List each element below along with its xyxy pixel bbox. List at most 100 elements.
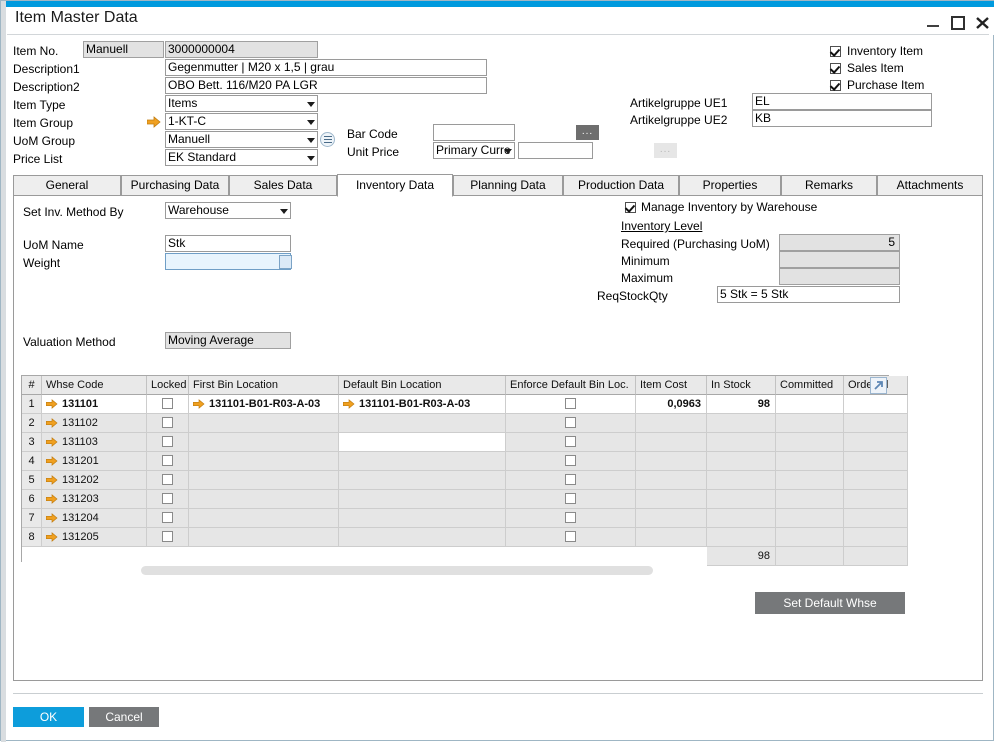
locked-checkbox[interactable]	[162, 436, 173, 447]
enforce-checkbox[interactable]	[565, 512, 576, 523]
grid-cell-in-stock[interactable]	[707, 452, 776, 471]
grid-cell-enforce[interactable]	[506, 471, 636, 490]
grid-cell-item-cost[interactable]	[636, 490, 707, 509]
locked-checkbox[interactable]	[162, 455, 173, 466]
grid-cell-first-bin[interactable]: 131101-B01-R03-A-03	[189, 395, 339, 414]
grid-cell-in-stock[interactable]	[707, 433, 776, 452]
grid-cell-item-cost[interactable]	[636, 452, 707, 471]
description1-field[interactable]: Gegenmutter | M20 x 1,5 | grau	[165, 59, 487, 76]
grid-cell-default-bin[interactable]	[339, 509, 506, 528]
grid-header-in-stock[interactable]: In Stock	[707, 376, 776, 395]
item-type-select[interactable]: Items	[165, 95, 318, 112]
locked-checkbox[interactable]	[162, 417, 173, 428]
grid-cell-ordered[interactable]	[844, 509, 908, 528]
grid-header-item-cost[interactable]: Item Cost	[636, 376, 707, 395]
grid-cell-ordered[interactable]	[844, 395, 908, 414]
grid-cell-whse[interactable]: 131201	[42, 452, 147, 471]
grid-cell-item-cost[interactable]	[636, 414, 707, 433]
grid-cell-whse[interactable]: 131202	[42, 471, 147, 490]
grid-cell-in-stock[interactable]	[707, 509, 776, 528]
grid-header-index[interactable]: #	[22, 376, 42, 395]
grid-cell-enforce[interactable]	[506, 433, 636, 452]
grid-horizontal-scrollbar[interactable]	[141, 566, 653, 575]
grid-cell-item-cost[interactable]: 0,0963	[636, 395, 707, 414]
enforce-checkbox[interactable]	[565, 436, 576, 447]
grid-cell-committed[interactable]	[776, 471, 844, 490]
weight-picker-icon[interactable]	[279, 255, 292, 269]
grid-cell-first-bin[interactable]	[189, 509, 339, 528]
grid-header-locked[interactable]: Locked	[147, 376, 189, 395]
grid-cell-default-bin[interactable]	[339, 471, 506, 490]
grid-cell-committed[interactable]	[776, 452, 844, 471]
grid-cell-idx[interactable]: 8	[22, 528, 42, 547]
grid-cell-committed[interactable]	[776, 395, 844, 414]
grid-header-whse-code[interactable]: Whse Code	[42, 376, 147, 395]
grid-cell-whse[interactable]: 131205	[42, 528, 147, 547]
grid-cell-locked[interactable]	[147, 414, 189, 433]
maximize-icon[interactable]	[947, 13, 969, 33]
enforce-checkbox[interactable]	[565, 474, 576, 485]
uom-group-select[interactable]: Manuell	[165, 131, 318, 148]
enforce-checkbox[interactable]	[565, 455, 576, 466]
cancel-button[interactable]: Cancel	[89, 707, 159, 727]
locked-checkbox[interactable]	[162, 398, 173, 409]
close-icon[interactable]	[972, 13, 994, 33]
grid-cell-item-cost[interactable]	[636, 433, 707, 452]
grid-cell-first-bin[interactable]	[189, 452, 339, 471]
grid-cell-enforce[interactable]	[506, 509, 636, 528]
grid-header-enforce-bin[interactable]: Enforce Default Bin Loc.	[506, 376, 636, 395]
grid-cell-idx[interactable]: 1	[22, 395, 42, 414]
grid-cell-item-cost[interactable]	[636, 509, 707, 528]
grid-cell-locked[interactable]	[147, 452, 189, 471]
grid-header-default-bin[interactable]: Default Bin Location	[339, 376, 506, 395]
tab-attachments[interactable]: Attachments	[877, 175, 983, 196]
uom-group-list-icon[interactable]	[320, 132, 335, 147]
reqstockqty-field[interactable]: 5 Stk = 5 Stk	[717, 286, 900, 303]
grid-cell-idx[interactable]: 2	[22, 414, 42, 433]
grid-cell-enforce[interactable]	[506, 528, 636, 547]
grid-cell-first-bin[interactable]	[189, 414, 339, 433]
description2-field[interactable]: OBO Bett. 116/M20 PA LGR	[165, 77, 487, 94]
price-list-select[interactable]: EK Standard	[165, 149, 318, 166]
tab-general[interactable]: General	[13, 175, 121, 196]
inventory-item-checkbox[interactable]	[830, 46, 841, 57]
grid-cell-in-stock[interactable]	[707, 490, 776, 509]
locked-checkbox[interactable]	[162, 531, 173, 542]
artikelgruppe-ue2-field[interactable]: KB	[752, 110, 932, 127]
bar-code-field[interactable]	[433, 124, 515, 141]
sales-item-checkbox[interactable]	[830, 63, 841, 74]
grid-cell-default-bin[interactable]	[339, 433, 506, 452]
locked-checkbox[interactable]	[162, 493, 173, 504]
grid-header-committed[interactable]: Committed	[776, 376, 844, 395]
grid-cell-ordered[interactable]	[844, 490, 908, 509]
grid-cell-locked[interactable]	[147, 509, 189, 528]
grid-cell-item-cost[interactable]	[636, 528, 707, 547]
grid-cell-first-bin[interactable]	[189, 490, 339, 509]
unit-price-currency-select[interactable]: Primary Curre	[433, 142, 515, 159]
grid-cell-locked[interactable]	[147, 528, 189, 547]
grid-cell-locked[interactable]	[147, 490, 189, 509]
artikelgruppe-ue1-field[interactable]: EL	[752, 93, 932, 110]
bar-code-ellipsis-button[interactable]: ...	[576, 125, 599, 140]
grid-cell-committed[interactable]	[776, 509, 844, 528]
set-default-whse-button[interactable]: Set Default Whse	[755, 592, 905, 614]
grid-cell-idx[interactable]: 4	[22, 452, 42, 471]
grid-cell-committed[interactable]	[776, 490, 844, 509]
grid-cell-enforce[interactable]	[506, 414, 636, 433]
grid-cell-committed[interactable]	[776, 528, 844, 547]
grid-cell-enforce[interactable]	[506, 395, 636, 414]
grid-cell-in-stock[interactable]	[707, 414, 776, 433]
locked-checkbox[interactable]	[162, 474, 173, 485]
grid-cell-ordered[interactable]	[844, 414, 908, 433]
tab-planning-data[interactable]: Planning Data	[453, 175, 563, 196]
grid-header-first-bin[interactable]: First Bin Location	[189, 376, 339, 395]
grid-cell-default-bin[interactable]: 131101-B01-R03-A-03	[339, 395, 506, 414]
grid-cell-whse[interactable]: 131103	[42, 433, 147, 452]
grid-cell-idx[interactable]: 7	[22, 509, 42, 528]
grid-cell-ordered[interactable]	[844, 528, 908, 547]
grid-cell-in-stock[interactable]: 98	[707, 395, 776, 414]
enforce-checkbox[interactable]	[565, 531, 576, 542]
grid-cell-idx[interactable]: 3	[22, 433, 42, 452]
grid-cell-whse[interactable]: 131204	[42, 509, 147, 528]
tab-properties[interactable]: Properties	[679, 175, 781, 196]
